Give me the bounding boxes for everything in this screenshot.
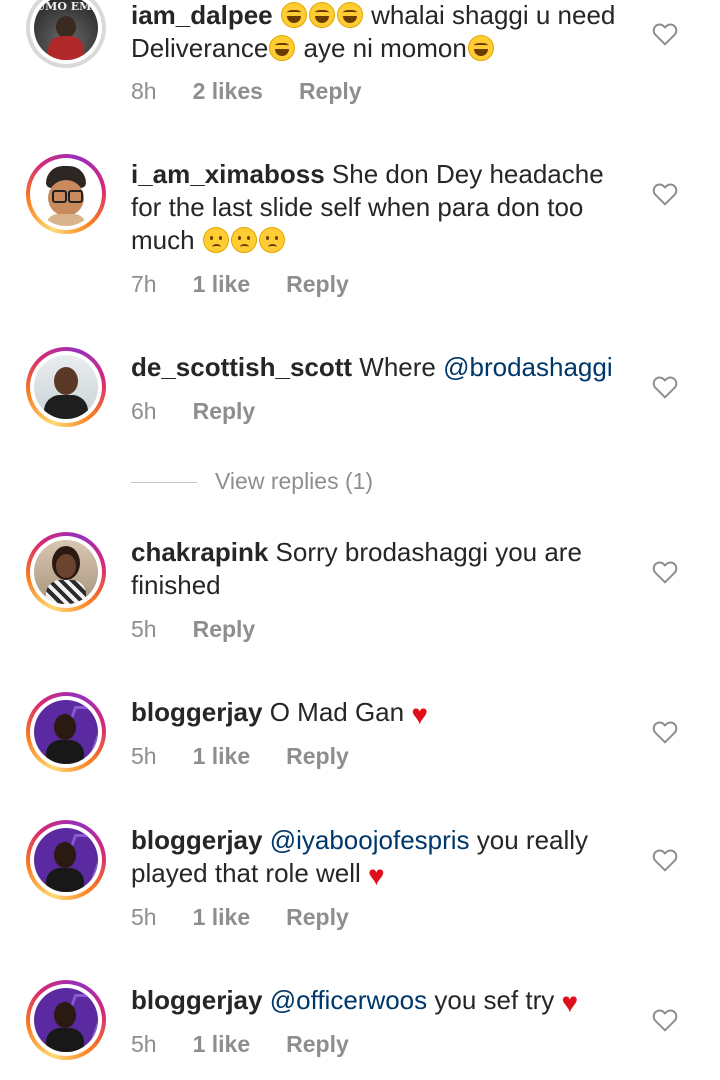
comment-time: 5h	[131, 1031, 157, 1057]
heart-icon[interactable]	[652, 375, 678, 399]
comment-meta: 5h 1 like Reply	[131, 741, 385, 771]
comment-likes[interactable]: 1 like	[193, 269, 251, 299]
comment-username[interactable]: bloggerjay	[131, 985, 262, 1015]
comment-text: bloggerjay O Mad Gan ♥	[131, 696, 631, 731]
comment-text: iam_dalpee whalai shaggi u need Delivera…	[131, 0, 631, 65]
reply-button[interactable]: Reply	[286, 741, 349, 771]
comment-username[interactable]: iam_dalpee	[131, 0, 273, 30]
reply-button[interactable]: Reply	[193, 614, 256, 644]
avatar[interactable]	[26, 692, 106, 772]
comment-likes[interactable]: 2 likes	[193, 76, 263, 106]
laughing-emoji-icon	[280, 2, 307, 28]
comment-text: bloggerjay @iyaboojofespris you really p…	[131, 824, 631, 892]
avatar[interactable]	[26, 980, 106, 1060]
comment-body: Where	[352, 352, 444, 382]
crying-emoji-icon	[230, 227, 257, 253]
reply-button[interactable]: Reply	[193, 396, 256, 426]
reply-button[interactable]: Reply	[286, 1029, 349, 1059]
comment-likes[interactable]: 1 like	[193, 1029, 251, 1059]
reply-button[interactable]: Reply	[286, 269, 349, 299]
comment-likes[interactable]: 1 like	[193, 741, 251, 771]
mention-link[interactable]: @iyaboojofespris	[270, 825, 470, 855]
comment-username[interactable]: bloggerjay	[131, 825, 262, 855]
red-heart-emoji-icon: ♥	[368, 860, 385, 891]
heart-icon[interactable]	[652, 22, 678, 46]
comment-text: de_scottish_scott Where @brodashaggi	[131, 351, 631, 384]
comment-username[interactable]: bloggerjay	[131, 697, 262, 727]
comment-body: you sef try	[427, 985, 562, 1015]
comment-meta: 8h 2 likes Reply	[131, 76, 398, 106]
crying-emoji-icon	[258, 227, 285, 253]
mention-link[interactable]: @brodashaggi	[443, 352, 613, 382]
comment-time: 5h	[131, 743, 157, 769]
comment-time: 5h	[131, 904, 157, 930]
heart-icon[interactable]	[652, 560, 678, 584]
avatar[interactable]	[26, 532, 106, 612]
comment-body: O Mad Gan	[262, 697, 412, 727]
crying-emoji-icon	[202, 227, 229, 253]
comment-time: 6h	[131, 398, 157, 424]
divider	[131, 482, 197, 484]
red-heart-emoji-icon: ♥	[561, 987, 579, 1018]
laughing-emoji-icon	[269, 35, 296, 61]
view-replies-button[interactable]: View replies (1)	[131, 466, 373, 496]
comment-username[interactable]: chakrapink	[131, 537, 268, 567]
comment-time: 8h	[131, 78, 157, 104]
heart-icon[interactable]	[652, 720, 678, 744]
comment-text: chakrapink Sorry brodashaggi you are fin…	[131, 536, 631, 602]
comment-meta: 6h Reply	[131, 396, 291, 426]
avatar[interactable]	[26, 347, 106, 427]
heart-icon[interactable]	[652, 848, 678, 872]
laughing-emoji-icon	[308, 2, 335, 28]
avatar[interactable]: UMO EMI	[26, 0, 106, 68]
avatar[interactable]	[26, 154, 106, 234]
comment-username[interactable]: i_am_ximaboss	[131, 159, 325, 189]
comment-time: 7h	[131, 271, 157, 297]
reply-button[interactable]: Reply	[299, 76, 362, 106]
comment-likes[interactable]: 1 like	[193, 902, 251, 932]
comment-meta: 5h 1 like Reply	[131, 1029, 385, 1059]
heart-icon[interactable]	[652, 182, 678, 206]
comment-text: bloggerjay @officerwoos you sef try ♥	[131, 984, 631, 1019]
avatar-caption: UMO EMI	[35, 0, 97, 13]
comment-meta: 7h 1 like Reply	[131, 269, 385, 299]
comment-body-segment: aye ni momon	[296, 33, 467, 63]
heart-icon[interactable]	[652, 1008, 678, 1032]
laughing-emoji-icon	[467, 35, 494, 61]
comment-time: 5h	[131, 616, 157, 642]
avatar[interactable]	[26, 820, 106, 900]
reply-button[interactable]: Reply	[286, 902, 349, 932]
mention-link[interactable]: @officerwoos	[270, 985, 427, 1015]
laughing-emoji-icon	[336, 2, 363, 28]
comment-username[interactable]: de_scottish_scott	[131, 352, 352, 382]
red-heart-emoji-icon: ♥	[411, 699, 428, 730]
comment-meta: 5h Reply	[131, 614, 291, 644]
comment-meta: 5h 1 like Reply	[131, 902, 385, 932]
view-replies-label: View replies (1)	[215, 468, 374, 494]
comment-text: i_am_ximaboss She don Dey headache for t…	[131, 158, 631, 257]
